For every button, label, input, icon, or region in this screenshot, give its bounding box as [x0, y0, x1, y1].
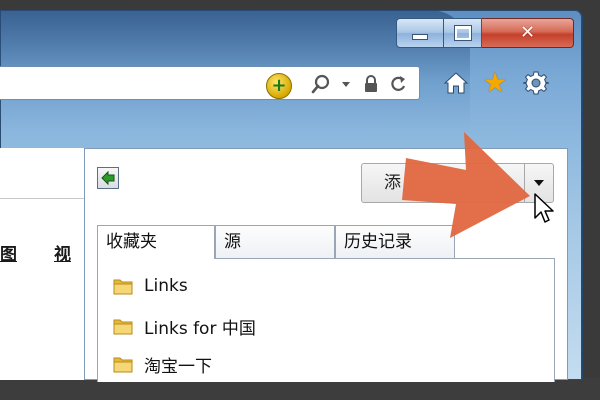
tab-favorites[interactable]: 收藏夹 — [97, 225, 215, 259]
address-bar[interactable]: + — [0, 66, 420, 100]
address-dropdown-icon[interactable] — [340, 73, 352, 95]
maximize-icon — [453, 25, 472, 41]
maximize-button[interactable] — [444, 18, 482, 48]
gear-icon[interactable] — [522, 68, 550, 98]
list-item-label: 淘宝一下 — [144, 356, 212, 377]
home-icon[interactable] — [442, 68, 470, 98]
folder-icon — [112, 353, 134, 375]
list-item[interactable]: Links for 中国 — [112, 313, 256, 339]
folder-icon — [112, 315, 134, 337]
minimize-button[interactable] — [396, 18, 444, 48]
lock-icon[interactable] — [362, 73, 380, 95]
annotation-arrow-icon — [402, 132, 530, 238]
favorites-star-icon[interactable]: ★ — [481, 68, 509, 98]
favorites-list: Links Links for 中国 淘宝一下 — [97, 258, 555, 382]
window-caption-buttons: ✕ — [396, 18, 574, 48]
folder-icon — [112, 275, 134, 297]
tab-feeds[interactable]: 源 — [215, 225, 335, 258]
page-link-map[interactable]: 图 — [0, 240, 17, 265]
pin-favorites-center-button[interactable] — [97, 167, 119, 189]
page-link-video[interactable]: 视 — [54, 240, 71, 265]
minimize-icon — [412, 34, 428, 40]
pin-arrow-icon — [101, 170, 115, 186]
close-button[interactable]: ✕ — [482, 18, 574, 48]
chevron-down-icon — [534, 180, 544, 186]
mouse-cursor-icon — [534, 193, 554, 223]
search-icon[interactable] — [310, 73, 332, 95]
close-icon: ✕ — [519, 22, 536, 43]
list-item[interactable]: 淘宝一下 — [112, 351, 212, 377]
page-divider — [0, 198, 84, 199]
compatibility-view-icon[interactable]: + — [266, 73, 292, 99]
list-item[interactable]: Links — [112, 273, 188, 299]
refresh-icon[interactable] — [388, 73, 408, 95]
list-item-label: Links — [144, 276, 188, 296]
list-item-label: Links for 中国 — [144, 318, 256, 339]
